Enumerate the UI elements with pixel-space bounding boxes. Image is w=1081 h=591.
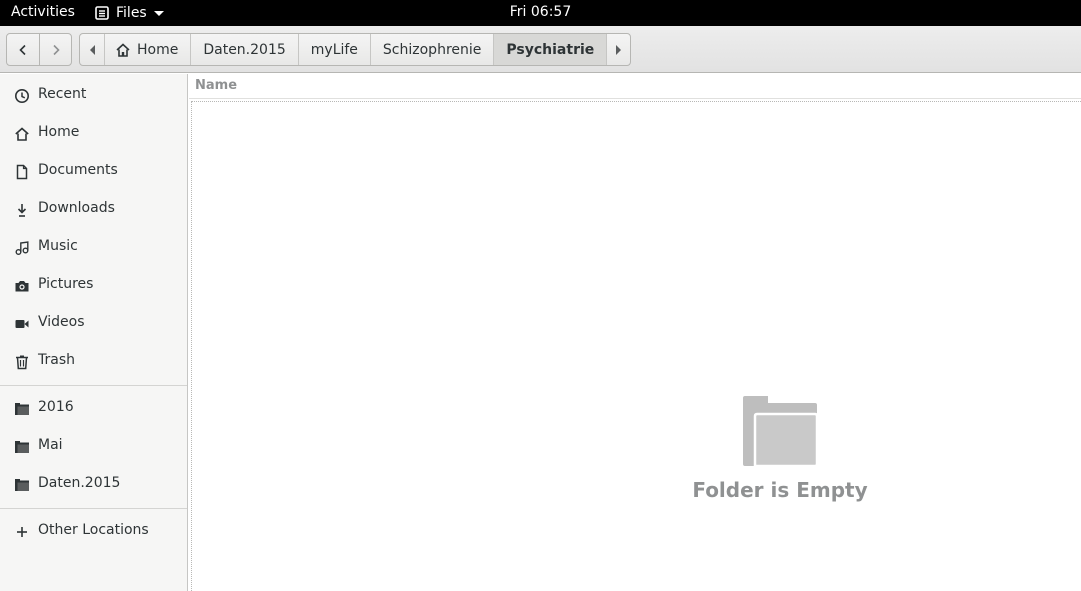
home-icon — [116, 42, 130, 57]
trash-icon — [16, 355, 28, 370]
sidebar-item-label: Music — [38, 238, 78, 254]
path-scroll-left-button[interactable] — [80, 34, 104, 65]
folder-icon — [743, 396, 817, 466]
chevron-left-icon — [19, 44, 26, 55]
folder-icon — [15, 403, 29, 415]
sidebar-item-label: Recent — [38, 86, 87, 102]
app-menu-label: Files — [116, 5, 147, 21]
header-bar: Home Daten.2015 myLife Schizophrenie Psy… — [0, 26, 1081, 73]
sidebar-item-label: 2016 — [38, 399, 74, 415]
sidebar-item-2016[interactable]: 2016 — [0, 390, 187, 426]
path-segment-mylife[interactable]: myLife — [297, 34, 370, 65]
sidebar: Recent Home Documents Downloads Music Pi… — [0, 74, 188, 591]
sidebar-item-other-locations[interactable]: Other Locations — [0, 513, 187, 549]
plus-icon — [17, 527, 27, 537]
sidebar-item-home[interactable]: Home — [0, 115, 187, 151]
sidebar-item-documents[interactable]: Documents — [0, 153, 187, 189]
path-bar: Home Daten.2015 myLife Schizophrenie Psy… — [79, 33, 632, 66]
sidebar-item-pictures[interactable]: Pictures — [0, 267, 187, 303]
pan-end-icon — [616, 44, 622, 55]
sidebar-item-label: Downloads — [38, 200, 115, 216]
file-list-area[interactable]: Folder is Empty — [191, 101, 1081, 591]
path-segment-schizophrenie[interactable]: Schizophrenie — [369, 34, 493, 65]
sidebar-item-mai[interactable]: Mai — [0, 428, 187, 464]
app-menu-button[interactable]: Files — [95, 2, 164, 24]
path-segment-daten-2015[interactable]: Daten.2015 — [190, 34, 297, 65]
camera-icon — [15, 281, 29, 292]
chevron-down-icon — [153, 10, 164, 16]
top-bar: Activities Files Fri 06:57 — [0, 0, 1081, 26]
files-app-icon — [95, 6, 109, 20]
sidebar-item-trash[interactable]: Trash — [0, 343, 187, 379]
sidebar-item-label: Trash — [38, 352, 75, 368]
forward-button[interactable] — [39, 34, 71, 65]
sidebar-item-music[interactable]: Music — [0, 229, 187, 265]
folder-icon — [15, 479, 29, 491]
sidebar-item-videos[interactable]: Videos — [0, 305, 187, 341]
sidebar-item-label: Pictures — [38, 276, 94, 292]
path-segment-label: Home — [137, 41, 179, 58]
column-header-name[interactable]: Name — [195, 78, 237, 93]
activities-button[interactable]: Activities — [11, 4, 75, 20]
path-scroll-right-button[interactable] — [606, 34, 630, 65]
empty-folder-message: Folder is Empty — [692, 478, 868, 502]
download-icon — [17, 204, 27, 217]
home-icon — [15, 127, 29, 141]
path-segment-home[interactable]: Home — [104, 34, 190, 65]
sidebar-item-label: Documents — [38, 162, 118, 178]
pan-start-icon — [89, 44, 95, 55]
file-view[interactable]: Name Folder is Empty — [189, 74, 1081, 591]
sidebar-item-downloads[interactable]: Downloads — [0, 191, 187, 227]
sidebar-separator — [0, 508, 187, 509]
sidebar-item-recent[interactable]: Recent — [0, 77, 187, 113]
sidebar-item-label: Home — [38, 124, 80, 140]
video-icon — [15, 320, 29, 328]
column-header: Name — [189, 74, 1081, 99]
chevron-right-icon — [52, 44, 60, 55]
sidebar-item-daten-2015[interactable]: Daten.2015 — [0, 466, 187, 502]
sidebar-item-label: Daten.2015 — [38, 475, 121, 491]
path-segment-psychiatrie[interactable]: Psychiatrie — [493, 34, 607, 65]
sidebar-item-label: Videos — [38, 314, 85, 330]
clock-icon — [15, 89, 29, 103]
sidebar-item-label: Other Locations — [38, 522, 149, 538]
music-icon — [15, 241, 29, 255]
sidebar-item-label: Mai — [38, 437, 63, 453]
folder-icon — [15, 441, 29, 453]
sidebar-separator — [0, 385, 187, 386]
back-button[interactable] — [7, 34, 39, 65]
document-icon — [16, 164, 28, 180]
navigation-buttons — [6, 33, 72, 66]
